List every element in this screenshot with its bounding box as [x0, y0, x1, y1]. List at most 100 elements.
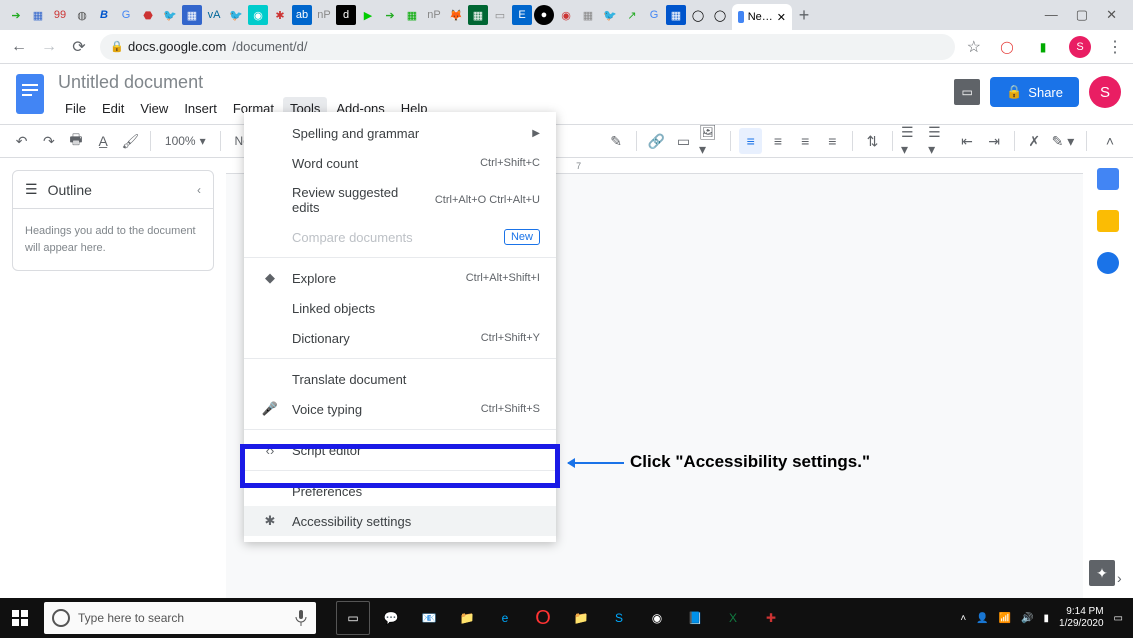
tab-favicon[interactable]: 🐦: [226, 5, 246, 25]
reload-button[interactable]: ⟳: [70, 37, 88, 57]
active-tab[interactable]: Ne… ✕: [732, 4, 792, 30]
opera-icon[interactable]: O: [526, 601, 560, 635]
tasks-addon-icon[interactable]: [1097, 252, 1119, 274]
align-center-button[interactable]: ≡: [766, 128, 789, 154]
print-button[interactable]: 🖶: [64, 128, 87, 154]
back-button[interactable]: ←: [10, 38, 28, 56]
maximize-button[interactable]: ▢: [1076, 7, 1088, 23]
menu-accessibility-settings[interactable]: ✱ Accessibility settings: [244, 506, 556, 536]
docs-logo-icon[interactable]: [12, 72, 48, 118]
collapse-outline-button[interactable]: ‹: [197, 183, 201, 197]
menu-voice-typing[interactable]: 🎤 Voice typing Ctrl+Shift+S: [244, 394, 556, 424]
hide-menus-button[interactable]: ˄: [1097, 128, 1123, 154]
edge-icon[interactable]: e: [488, 601, 522, 635]
tab-favicon[interactable]: E: [512, 5, 532, 25]
tab-favicon[interactable]: 🐦: [600, 5, 620, 25]
close-tab-icon[interactable]: ✕: [777, 11, 786, 24]
menu-script-editor[interactable]: ‹› Script editor: [244, 435, 556, 465]
zoom-select[interactable]: 100% ▾: [159, 134, 212, 148]
tab-favicon[interactable]: ◍: [72, 5, 92, 25]
tab-favicon[interactable]: ✱: [270, 5, 290, 25]
tab-favicon[interactable]: ◯: [688, 5, 708, 25]
chrome-menu-button[interactable]: ⋮: [1107, 37, 1123, 57]
undo-button[interactable]: ↶: [10, 128, 33, 154]
align-justify-button[interactable]: ≡: [821, 128, 844, 154]
chrome-icon[interactable]: ◉: [640, 601, 674, 635]
comments-button[interactable]: ▭: [954, 79, 980, 105]
tab-favicon[interactable]: ▦: [666, 5, 686, 25]
extension-icon[interactable]: ◯: [997, 37, 1017, 57]
tab-favicon[interactable]: ▦: [468, 5, 488, 25]
insert-link-button[interactable]: 🔗: [645, 128, 668, 154]
decrease-indent-button[interactable]: ⇤: [955, 128, 978, 154]
insert-image-button[interactable]: 🖼 ▾: [699, 128, 722, 154]
tab-favicon[interactable]: d: [336, 5, 356, 25]
insert-comment-button[interactable]: ▭: [672, 128, 695, 154]
tray-volume-icon[interactable]: 🔊: [1021, 613, 1033, 624]
taskbar-app-icon[interactable]: 💬: [374, 601, 408, 635]
profile-avatar[interactable]: S: [1069, 36, 1091, 58]
tab-favicon[interactable]: ◯: [710, 5, 730, 25]
menu-file[interactable]: File: [58, 97, 93, 120]
menu-edit[interactable]: Edit: [95, 97, 131, 120]
taskbar-app-icon[interactable]: 📁: [564, 601, 598, 635]
spellcheck-button[interactable]: A̲: [92, 128, 115, 154]
tab-favicon[interactable]: nP: [424, 5, 444, 25]
skype-icon[interactable]: S: [602, 601, 636, 635]
tray-clock[interactable]: 9:14 PM 1/29/2020: [1059, 606, 1104, 630]
tab-favicon[interactable]: ◉: [556, 5, 576, 25]
forward-button[interactable]: →: [40, 38, 58, 56]
menu-spelling-and-grammar[interactable]: Spelling and grammar ▶: [244, 118, 556, 148]
tab-favicon[interactable]: ab: [292, 5, 312, 25]
tab-favicon[interactable]: ▭: [490, 5, 510, 25]
tray-notifications-icon[interactable]: ▭: [1114, 613, 1123, 624]
tab-favicon[interactable]: 99: [50, 5, 70, 25]
mic-icon[interactable]: [294, 609, 308, 627]
tab-favicon[interactable]: ▶: [358, 5, 378, 25]
tab-favicon[interactable]: ➔: [6, 5, 26, 25]
menu-explore[interactable]: ◆ Explore Ctrl+Alt+Shift+I: [244, 263, 556, 293]
extension-icon[interactable]: ▮: [1033, 37, 1053, 57]
tray-battery-icon[interactable]: ▮: [1044, 613, 1050, 624]
new-tab-button[interactable]: +: [794, 5, 814, 25]
tab-favicon[interactable]: 🦊: [446, 5, 466, 25]
tab-favicon[interactable]: ▦: [182, 5, 202, 25]
tab-favicon[interactable]: ⬣: [138, 5, 158, 25]
close-window-button[interactable]: ✕: [1106, 7, 1117, 23]
numbered-list-button[interactable]: ☰ ▾: [901, 128, 924, 154]
align-right-button[interactable]: ≡: [794, 128, 817, 154]
tab-favicon[interactable]: ➔: [380, 5, 400, 25]
paint-format-button[interactable]: 🖌: [119, 128, 142, 154]
menu-view[interactable]: View: [133, 97, 175, 120]
menu-linked-objects[interactable]: Linked objects: [244, 293, 556, 323]
clear-formatting-button[interactable]: ✗: [1023, 128, 1046, 154]
tab-favicon[interactable]: B: [94, 5, 114, 25]
menu-review-suggested-edits[interactable]: Review suggested edits Ctrl+Alt+O Ctrl+A…: [244, 178, 556, 222]
tab-favicon[interactable]: ▦: [28, 5, 48, 25]
taskbar-app-icon[interactable]: 📁: [450, 601, 484, 635]
menu-word-count[interactable]: Word count Ctrl+Shift+C: [244, 148, 556, 178]
tray-people-icon[interactable]: 👤: [976, 613, 988, 624]
bulleted-list-button[interactable]: ☰ ▾: [928, 128, 951, 154]
menu-preferences[interactable]: Preferences: [244, 476, 556, 506]
menu-insert[interactable]: Insert: [177, 97, 224, 120]
calendar-addon-icon[interactable]: [1097, 168, 1119, 190]
tab-favicon[interactable]: G: [644, 5, 664, 25]
excel-icon[interactable]: X: [716, 601, 750, 635]
tab-favicon[interactable]: ↗: [622, 5, 642, 25]
taskbar-app-icon[interactable]: ✚: [754, 601, 788, 635]
document-title[interactable]: Untitled document: [58, 72, 944, 94]
line-spacing-button[interactable]: ⇅: [861, 128, 884, 154]
editing-mode-button[interactable]: ✎ ▾: [1050, 128, 1076, 154]
highlight-button[interactable]: ✎: [605, 128, 628, 154]
keep-addon-icon[interactable]: [1097, 210, 1119, 232]
share-button[interactable]: 🔒 Share: [990, 77, 1079, 107]
tab-favicon[interactable]: vA: [204, 5, 224, 25]
align-left-button[interactable]: ≡: [739, 128, 762, 154]
redo-button[interactable]: ↷: [37, 128, 60, 154]
bookmark-star-icon[interactable]: ☆: [967, 37, 981, 57]
menu-translate-document[interactable]: Translate document: [244, 364, 556, 394]
url-field[interactable]: 🔒 docs.google.com/document/d/: [100, 34, 955, 60]
taskbar-app-icon[interactable]: 📘: [678, 601, 712, 635]
explore-fab-button[interactable]: ✦: [1089, 560, 1115, 586]
